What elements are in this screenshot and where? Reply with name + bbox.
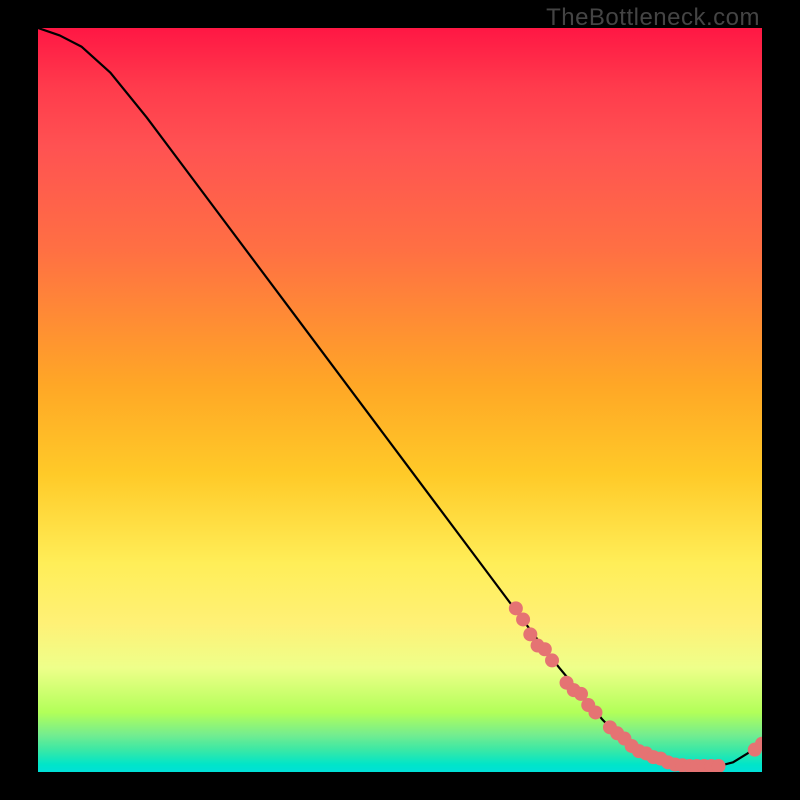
data-point [588, 705, 602, 719]
data-point [545, 653, 559, 667]
curve-layer [38, 28, 762, 766]
markers-layer [509, 601, 762, 772]
chart-svg [38, 28, 762, 772]
data-point [516, 612, 530, 626]
bottleneck-curve [38, 28, 762, 766]
chart-container: TheBottleneck.com [0, 0, 800, 800]
watermark-label: TheBottleneck.com [546, 4, 760, 32]
plot-area [38, 28, 762, 772]
